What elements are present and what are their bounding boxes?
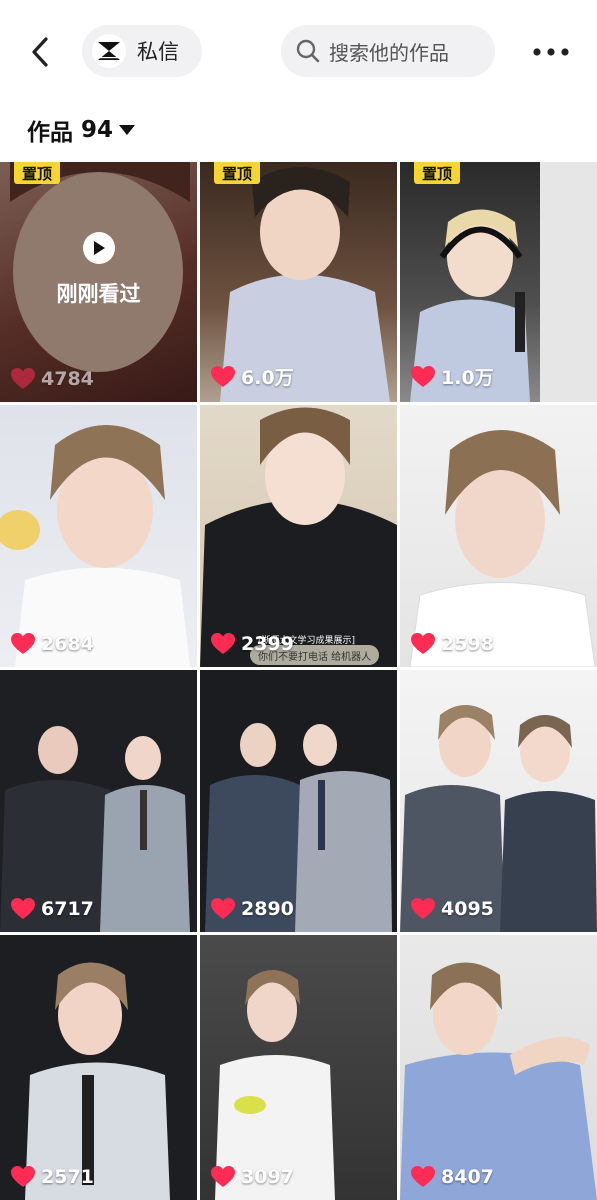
like-count: 2598 <box>411 633 494 655</box>
video-thumbnail <box>400 962 597 1200</box>
video-tile[interactable]: 8407 <box>400 935 597 1200</box>
video-thumbnail <box>25 962 170 1200</box>
message-button[interactable]: 私信 <box>82 25 202 77</box>
like-number: 2399 <box>241 633 294 655</box>
video-tile[interactable]: 4095 <box>400 670 597 932</box>
video-thumbnail <box>409 430 596 667</box>
dropdown-caret-icon <box>119 125 136 135</box>
like-number: 4784 <box>41 368 94 390</box>
video-thumbnail <box>200 407 397 667</box>
like-count: 1.0万 <box>411 363 494 390</box>
heart-icon <box>11 898 35 919</box>
play-icon <box>82 232 115 264</box>
like-count: 4784 <box>11 368 94 390</box>
search-placeholder: 搜索他的作品 <box>329 40 449 65</box>
works-tab[interactable]: 作品 94 <box>27 114 136 146</box>
video-tile[interactable]: 置顶 1.0万 <box>400 162 597 402</box>
video-tile[interactable]: [浙师大文学习成果展示] 你们不要打电话 给机器人 2399 <box>200 405 397 667</box>
like-count: 8407 <box>411 1166 494 1188</box>
video-tile[interactable]: 2890 <box>200 670 397 932</box>
heart-icon <box>411 1166 435 1187</box>
heart-icon <box>211 898 235 919</box>
like-number: 2571 <box>41 1166 94 1188</box>
heart-icon <box>11 1166 35 1187</box>
like-number: 1.0万 <box>441 367 494 389</box>
works-title: 作品 <box>27 120 73 146</box>
like-count: 2571 <box>11 1166 94 1188</box>
like-count: 2399 <box>211 633 294 655</box>
heart-icon <box>411 633 435 654</box>
video-thumbnail <box>0 425 190 667</box>
recently-viewed-marker: 刚刚看过 <box>0 232 197 308</box>
heart-icon <box>211 633 235 654</box>
like-count: 6.0万 <box>211 363 294 390</box>
like-number: 3097 <box>241 1166 294 1188</box>
pinned-badge: 置顶 <box>414 162 461 184</box>
like-number: 6.0万 <box>241 367 294 389</box>
brand-logo-icon <box>92 34 126 68</box>
video-tile[interactable]: 6717 <box>0 670 197 932</box>
like-count: 2890 <box>211 898 294 920</box>
like-count: 6717 <box>11 898 94 920</box>
like-count: 2684 <box>11 633 94 655</box>
pinned-badge: 置顶 <box>214 162 261 184</box>
works-count: 94 <box>81 117 114 143</box>
like-number: 4095 <box>441 898 494 920</box>
like-count: 4095 <box>411 898 494 920</box>
video-tile[interactable]: 2571 <box>0 935 197 1200</box>
heart-icon <box>211 1166 235 1187</box>
video-thumbnail <box>400 705 597 932</box>
more-button[interactable] <box>526 38 576 66</box>
heart-icon <box>411 365 435 387</box>
like-number: 2890 <box>241 898 294 920</box>
more-horizontal-icon <box>533 48 569 56</box>
top-bar: 私信 搜索他的作品 <box>0 0 597 104</box>
like-count: 3097 <box>211 1166 294 1188</box>
video-tile[interactable]: 2684 <box>0 405 197 667</box>
video-thumbnail <box>205 723 392 932</box>
chevron-left-icon <box>32 37 48 67</box>
search-box[interactable]: 搜索他的作品 <box>281 25 495 77</box>
video-thumbnail <box>215 970 335 1200</box>
video-tile[interactable]: 3097 <box>200 935 397 1200</box>
message-label: 私信 <box>137 40 179 64</box>
heart-icon <box>11 633 35 654</box>
like-number: 6717 <box>41 898 94 920</box>
heart-icon <box>411 898 435 919</box>
video-grid: 置顶 刚刚看过 4784 置顶 6.0万 置顶 1.0万 2684 [浙师大文学… <box>0 162 597 1200</box>
like-number: 2684 <box>41 633 94 655</box>
video-tile[interactable]: 置顶 6.0万 <box>200 162 397 402</box>
search-icon <box>296 39 320 63</box>
like-number: 8407 <box>441 1166 494 1188</box>
recently-viewed-label: 刚刚看过 <box>56 282 141 306</box>
heart-icon <box>11 368 35 389</box>
video-tile[interactable]: 置顶 刚刚看过 4784 <box>0 162 197 402</box>
like-number: 2598 <box>441 633 494 655</box>
video-tile[interactable]: 2598 <box>400 405 597 667</box>
video-thumbnail <box>0 726 190 932</box>
heart-icon <box>211 365 235 387</box>
pinned-badge: 置顶 <box>14 162 61 184</box>
back-button[interactable] <box>20 30 60 74</box>
